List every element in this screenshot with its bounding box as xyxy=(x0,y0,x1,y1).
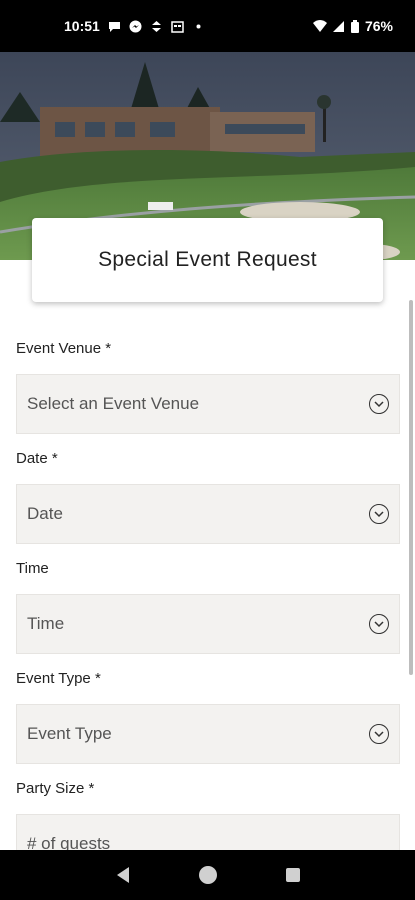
time-field: Time Time xyxy=(16,550,400,654)
wifi-icon xyxy=(312,19,327,33)
event-type-field: Event Type * Event Type xyxy=(16,660,400,764)
sync-icon xyxy=(150,20,163,33)
event-venue-field: Event Venue * Select an Event Venue xyxy=(16,330,400,434)
chevron-down-icon xyxy=(369,724,389,744)
event-request-form: Event Venue * Select an Event Venue Date… xyxy=(16,330,400,880)
back-icon[interactable] xyxy=(111,863,135,887)
event-venue-label: Event Venue * xyxy=(16,340,112,357)
battery-icon xyxy=(350,19,359,33)
chevron-down-icon xyxy=(369,394,389,414)
time-label: Time xyxy=(16,560,49,577)
status-time: 10:51 xyxy=(64,18,100,34)
recents-icon[interactable] xyxy=(281,863,305,887)
home-icon[interactable] xyxy=(196,863,220,887)
date-placeholder: Date xyxy=(27,504,63,523)
date-label: Date * xyxy=(16,450,58,467)
chat-bubble-icon xyxy=(108,20,121,33)
page-title: Special Event Request xyxy=(32,218,383,302)
battery-percent: 76% xyxy=(364,18,393,34)
event-venue-select[interactable]: Select an Event Venue xyxy=(16,374,400,434)
event-venue-placeholder: Select an Event Venue xyxy=(27,394,200,413)
party-size-label: Party Size * xyxy=(16,780,95,797)
event-type-placeholder: Event Type xyxy=(27,724,112,743)
date-field: Date * Date xyxy=(16,440,400,544)
scrollbar[interactable] xyxy=(409,300,413,675)
time-placeholder: Time xyxy=(27,614,65,633)
system-nav-bar xyxy=(0,850,415,900)
notification-dot-icon xyxy=(192,20,205,33)
status-bar: 10:51 76% xyxy=(0,0,415,52)
calendar-icon xyxy=(171,20,184,33)
date-select[interactable]: Date xyxy=(16,484,400,544)
time-select[interactable]: Time xyxy=(16,594,400,654)
chevron-down-icon xyxy=(369,504,389,524)
signal-icon xyxy=(332,20,345,33)
event-type-label: Event Type * xyxy=(16,670,101,687)
chevron-down-icon xyxy=(369,614,389,634)
messenger-icon xyxy=(129,20,142,33)
event-type-select[interactable]: Event Type xyxy=(16,704,400,764)
